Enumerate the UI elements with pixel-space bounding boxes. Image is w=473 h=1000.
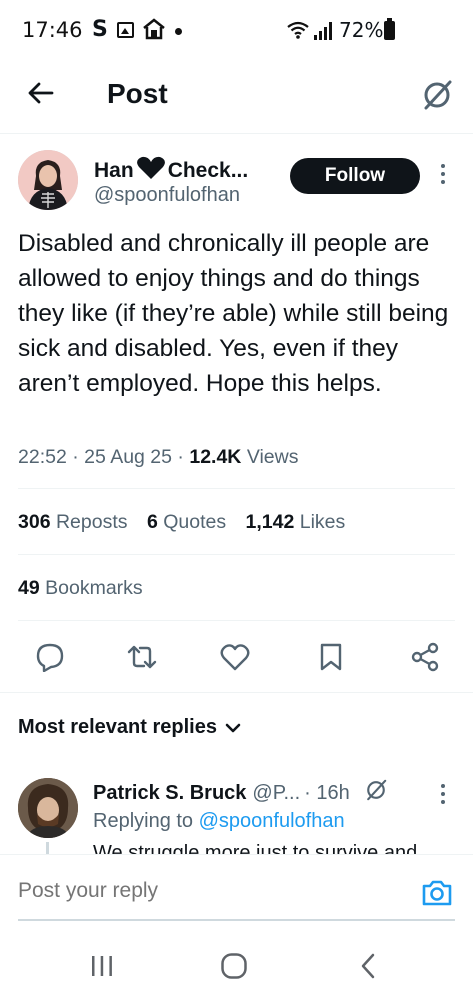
back-arrow-icon[interactable] bbox=[26, 78, 56, 108]
engagement-stats: 306 Reposts 6 Quotes 1,142 Likes bbox=[18, 511, 345, 534]
post-meta: 22:52 · 25 Aug 25 · 12.4K Views bbox=[18, 446, 298, 469]
black-heart-icon bbox=[136, 156, 166, 186]
post-time: 22:52 bbox=[18, 446, 67, 468]
reply-item[interactable]: Patrick S. Bruck @P... · 16h Replying to… bbox=[0, 770, 473, 854]
system-nav-bar bbox=[0, 932, 473, 1000]
status-time: 17:46 bbox=[22, 18, 83, 42]
gallery-notification-icon bbox=[117, 22, 134, 38]
more-options-icon[interactable] bbox=[438, 164, 448, 188]
post-actions bbox=[0, 636, 473, 680]
author-name-first: Han bbox=[94, 159, 134, 182]
meta-separator: · bbox=[177, 446, 184, 468]
post-body: Disabled and chronically ill people are … bbox=[18, 230, 449, 397]
replies-sort-label: Most relevant replies bbox=[18, 716, 217, 738]
reply-input[interactable] bbox=[18, 879, 398, 903]
post-author: Han Check... @spoonfulofhan Follow bbox=[0, 134, 473, 224]
views-count: 12.4K bbox=[189, 446, 242, 468]
signal-icon bbox=[313, 21, 333, 46]
author-avatar[interactable] bbox=[18, 150, 78, 210]
bookmark-icon[interactable] bbox=[314, 640, 348, 674]
meta-separator: · bbox=[72, 446, 79, 468]
repost-icon[interactable] bbox=[125, 640, 159, 674]
thread-line bbox=[46, 842, 49, 854]
reply-icon[interactable] bbox=[33, 640, 67, 674]
reply-time: · 16h bbox=[304, 781, 350, 804]
reposts-stat[interactable]: 306 Reposts bbox=[18, 511, 128, 533]
home-icon[interactable] bbox=[218, 950, 250, 982]
grok-icon[interactable] bbox=[420, 78, 454, 112]
likes-stat[interactable]: 1,142 Likes bbox=[246, 511, 346, 533]
quotes-stat[interactable]: 6 Quotes bbox=[147, 511, 226, 533]
home-notification-icon bbox=[142, 18, 166, 45]
top-app-bar: Post bbox=[0, 62, 473, 134]
reply-author-line[interactable]: Patrick S. Bruck @P... · 16h bbox=[93, 778, 388, 808]
reply-body: We struggle more just to survive and bbox=[93, 842, 418, 854]
replying-to-handle[interactable]: @spoonfulofhan bbox=[199, 810, 345, 832]
recent-apps-icon[interactable] bbox=[86, 950, 118, 982]
back-nav-icon[interactable] bbox=[352, 950, 384, 982]
share-icon[interactable] bbox=[408, 640, 442, 674]
battery-percentage: 72% bbox=[339, 18, 384, 42]
page-title: Post bbox=[107, 78, 168, 109]
divider bbox=[18, 620, 455, 621]
author-name-rest: Check... bbox=[167, 159, 249, 182]
reply-author-avatar[interactable] bbox=[18, 778, 78, 838]
follow-button[interactable]: Follow bbox=[290, 158, 420, 194]
status-bar: 17:46 S 72% bbox=[0, 0, 473, 62]
composer-underline bbox=[18, 919, 455, 921]
reply-composer bbox=[0, 854, 473, 932]
views-label: Views bbox=[246, 446, 299, 468]
post-date: 25 Aug 25 bbox=[84, 446, 172, 468]
reply-more-options-icon[interactable] bbox=[438, 784, 448, 808]
replying-to: Replying to @spoonfulofhan bbox=[93, 810, 345, 833]
grok-icon[interactable] bbox=[364, 778, 388, 808]
bookmarks-stat[interactable]: 49 Bookmarks bbox=[18, 577, 143, 600]
author-name[interactable]: Han Check... bbox=[94, 156, 248, 186]
divider bbox=[0, 692, 473, 693]
replies-sort-dropdown[interactable]: Most relevant replies bbox=[18, 716, 241, 739]
divider bbox=[18, 488, 455, 489]
replying-prefix: Replying to bbox=[93, 810, 194, 832]
reply-author-handle: @P... bbox=[252, 781, 301, 804]
notification-s-icon: S bbox=[92, 17, 108, 42]
reply-author-name: Patrick S. Bruck bbox=[93, 781, 247, 804]
wifi-icon bbox=[286, 20, 310, 45]
divider bbox=[18, 554, 455, 555]
author-handle[interactable]: @spoonfulofhan bbox=[94, 184, 240, 207]
chevron-down-icon bbox=[225, 723, 241, 732]
more-notifications-dot-icon bbox=[175, 28, 182, 35]
like-icon[interactable] bbox=[218, 640, 252, 674]
battery-icon bbox=[384, 18, 395, 40]
camera-icon[interactable] bbox=[420, 877, 454, 909]
